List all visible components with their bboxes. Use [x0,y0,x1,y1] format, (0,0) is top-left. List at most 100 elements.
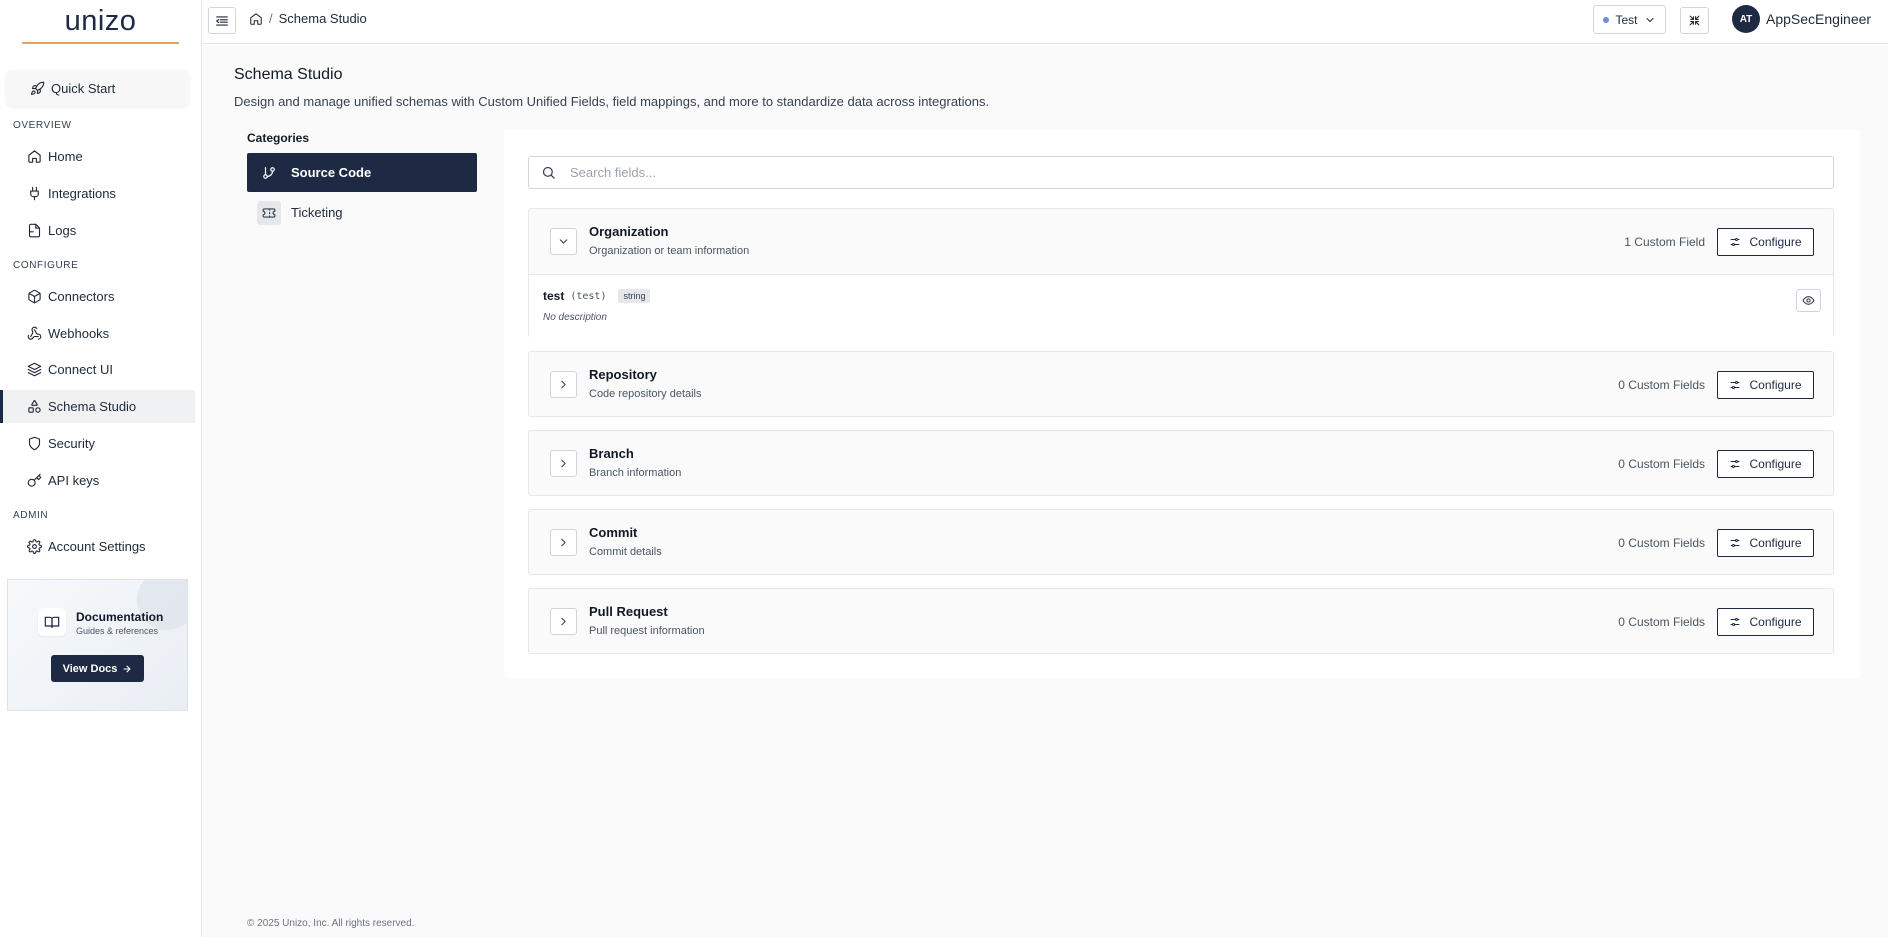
book-icon [38,608,66,636]
sidebar-item-home[interactable]: Home [0,140,195,173]
entity-description: Commit details [589,546,662,558]
sliders-icon [1729,379,1741,391]
entity-header[interactable]: Repository Code repository details 0 Cus… [529,352,1833,417]
chevron-right-icon [557,378,570,391]
sidebar-item-label: Connect UI [48,362,114,377]
entity-organization: Organization Organization or team inform… [528,208,1834,338]
entity-branch: Branch Branch information 0 Custom Field… [528,430,1834,496]
configure-label: Configure [1749,378,1802,392]
search-input[interactable] [570,165,1833,180]
breadcrumb-current: Schema Studio [278,11,367,26]
chevron-down-icon [1644,14,1656,26]
entity-pull-request: Pull Request Pull request information 0 … [528,588,1834,654]
webhook-icon [27,326,42,341]
sidebar-item-connect-ui[interactable]: Connect UI [0,353,195,386]
fullscreen-button[interactable] [1680,7,1709,34]
shield-icon [27,436,42,451]
configure-label: Configure [1749,235,1802,249]
expand-button[interactable] [550,608,577,635]
home-icon[interactable] [249,12,263,26]
view-field-button[interactable] [1796,289,1821,312]
category-label: Source Code [291,165,372,180]
sidebar-item-label: Schema Studio [48,399,137,414]
sidebar-item-webhooks[interactable]: Webhooks [0,317,195,350]
chevron-right-icon [557,457,570,470]
logs-icon [27,223,42,238]
sidebar-item-security[interactable]: Security [0,427,195,460]
sidebar-item-label: Webhooks [48,326,110,341]
sidebar-item-integrations[interactable]: Integrations [0,177,195,210]
configure-button[interactable]: Configure [1717,371,1814,399]
sidebar-item-api-keys[interactable]: API keys [0,464,195,497]
configure-button[interactable]: Configure [1717,608,1814,636]
configure-label: Configure [1749,457,1802,471]
field-name-group: test (test) string [543,289,651,303]
expand-button[interactable] [550,529,577,556]
configure-button[interactable]: Configure [1717,529,1814,557]
entity-description: Branch information [589,467,682,479]
entity-header[interactable]: Pull Request Pull request information 0 … [529,589,1833,654]
view-docs-button[interactable]: View Docs [51,655,144,682]
sidebar-item-label: Account Settings [48,539,146,554]
chevron-right-icon [557,615,570,628]
entity-name: Commit [589,525,638,540]
entity-repository: Repository Code repository details 0 Cus… [528,351,1834,417]
field-description: No description [543,312,607,323]
entity-header[interactable]: Organization Organization or team inform… [529,209,1833,274]
ticket-icon [257,200,281,225]
custom-field-count: 0 Custom Fields [1618,457,1705,471]
configure-label: Configure [1749,536,1802,550]
user-name[interactable]: AppSecEngineer [1766,11,1871,27]
configure-label: Configure [1749,615,1802,629]
collapse-button[interactable] [550,228,577,255]
avatar[interactable]: AT [1732,5,1760,33]
section-configure: CONFIGURE [13,260,79,271]
custom-field-count: 0 Custom Fields [1618,615,1705,629]
sliders-icon [1729,458,1741,470]
page-description: Design and manage unified schemas with C… [234,94,990,109]
sidebar-item-logs[interactable]: Logs [0,214,195,247]
entity-commit: Commit Commit details 0 Custom Fields Co… [528,509,1834,575]
configure-button[interactable]: Configure [1717,228,1814,256]
footer-copyright: © 2025 Unizo, Inc. All rights reserved. [247,918,415,929]
sidebar-item-label: Logs [48,223,77,238]
sidebar-item-label: API keys [48,473,100,488]
quick-start-button[interactable]: Quick Start [6,70,189,106]
documentation-card: Documentation Guides & references View D… [7,579,188,711]
topbar: / Schema Studio Test AT AppSecEngineer [202,0,1888,44]
entity-header[interactable]: Commit Commit details 0 Custom Fields Co… [529,510,1833,575]
quick-start-label: Quick Start [51,80,116,96]
field-row: test (test) string No description [529,274,1833,338]
environment-label: Test [1615,12,1638,27]
chevron-down-icon [557,235,570,248]
category-source-code[interactable]: Source Code [247,153,477,192]
eye-icon [1802,294,1815,307]
view-docs-label: View Docs [62,662,118,675]
field-type-badge: string [618,289,651,303]
documentation-subtitle: Guides & references [76,626,159,636]
sidebar-item-label: Integrations [48,186,116,201]
entity-name: Branch [589,446,634,461]
configure-button[interactable]: Configure [1717,450,1814,478]
sidebar-item-schema-studio[interactable]: Schema Studio [0,390,195,423]
unizo-logo[interactable]: unizo [22,0,179,44]
sidebar-item-connectors[interactable]: Connectors [0,280,195,313]
category-label: Ticketing [291,205,343,220]
category-ticketing[interactable]: Ticketing [247,193,477,232]
search-bar[interactable] [528,156,1834,189]
entity-header[interactable]: Branch Branch information 0 Custom Field… [529,431,1833,496]
key-icon [27,473,42,488]
expand-button[interactable] [550,371,577,398]
rocket-icon [30,81,45,96]
categories-heading: Categories [247,131,310,145]
expand-button[interactable] [550,450,577,477]
section-overview: OVERVIEW [13,120,72,131]
environment-selector[interactable]: Test [1593,5,1666,34]
entity-name: Organization [589,224,669,239]
entity-name: Repository [589,367,657,382]
toggle-sidebar-button[interactable] [208,7,236,34]
sidebar-item-account-settings[interactable]: Account Settings [0,530,195,563]
entity-name: Pull Request [589,604,668,619]
arrow-right-icon [122,664,132,674]
entity-description: Code repository details [589,388,702,400]
